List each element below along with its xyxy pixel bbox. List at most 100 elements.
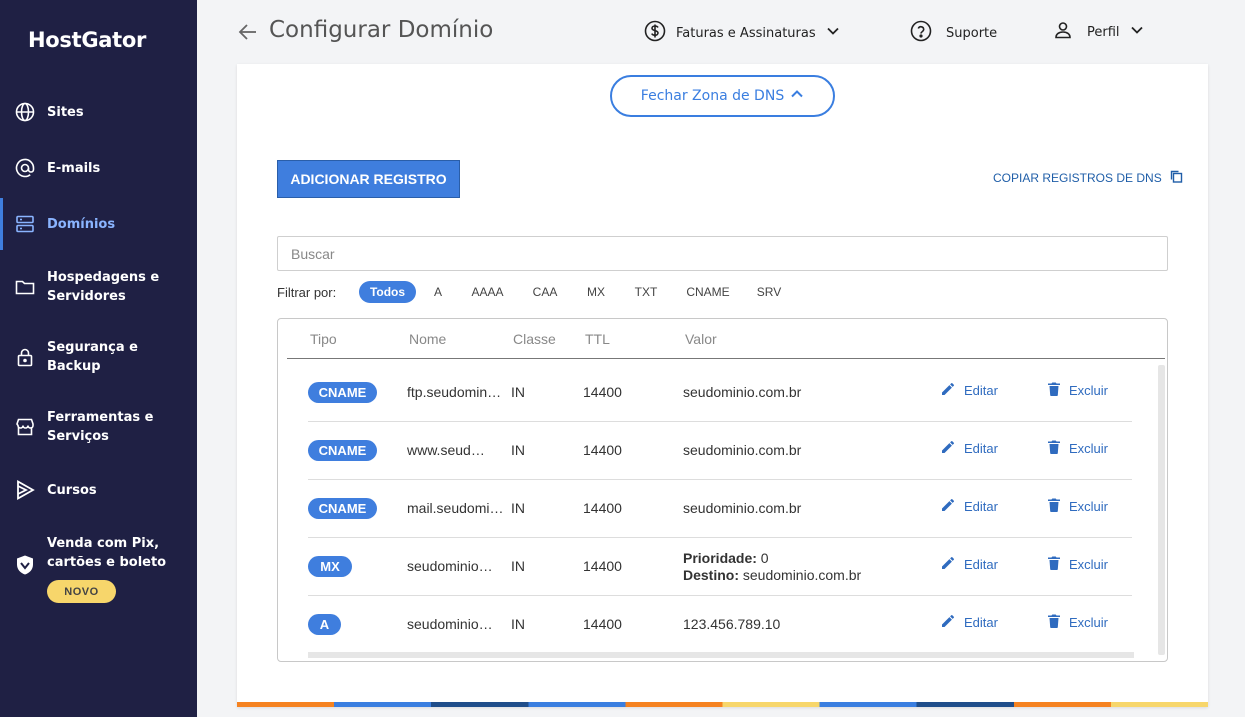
- table-row: CNAME ftp.seudominio.com.br IN 14400 seu…: [308, 364, 1132, 422]
- record-class: IN: [511, 558, 525, 574]
- edit-button[interactable]: Editar: [941, 382, 998, 399]
- record-value: Prioridade: 0 Destino: seudominio.com.br: [683, 550, 861, 584]
- sidebar-item-label: Segurança e Backup: [47, 340, 138, 374]
- sidebar-item-dominios[interactable]: Domínios: [0, 198, 197, 250]
- chevron-down-icon: [826, 24, 840, 42]
- sidebar-item-label: Ferramentas e Serviços: [47, 410, 154, 444]
- dollar-circle-icon: [644, 20, 666, 46]
- back-arrow-icon[interactable]: [237, 21, 259, 48]
- delete-label: Excluir: [1069, 557, 1109, 572]
- sidebar-item-label: E-mails: [47, 160, 101, 176]
- copy-dns-records-button[interactable]: COPIAR REGISTROS DE DNS: [993, 170, 1183, 186]
- sidebar-item-emails[interactable]: E-mails: [0, 156, 197, 180]
- copy-icon: [1170, 170, 1183, 186]
- trash-icon: [1048, 614, 1060, 631]
- pencil-icon: [941, 556, 955, 573]
- edit-label: Editar: [964, 557, 998, 572]
- new-badge: NOVO: [47, 580, 116, 603]
- horizontal-scrollbar[interactable]: [308, 652, 1134, 658]
- filter-chip-txt[interactable]: TXT: [630, 281, 662, 303]
- profile-label: Perfil: [1087, 24, 1120, 40]
- sidebar-item-label: Sites: [47, 104, 84, 120]
- record-ttl: 14400: [583, 384, 622, 400]
- sidebar: HostGator Sites E-mails Domínios Hospeda…: [0, 0, 197, 717]
- sidebar-item-label: Hospedagens e Servidores: [47, 270, 160, 304]
- header-divider: [287, 358, 1165, 359]
- destination-label: Destino:: [683, 567, 739, 583]
- delete-button[interactable]: Excluir: [1048, 614, 1108, 631]
- chevron-down-icon: [1130, 23, 1144, 41]
- delete-label: Excluir: [1069, 441, 1109, 456]
- filter-chip-mx[interactable]: MX: [581, 281, 611, 303]
- filter-chip-todos[interactable]: Todos: [359, 281, 416, 303]
- record-class: IN: [511, 442, 525, 458]
- close-dns-zone-label: Fechar Zona de DNS: [640, 88, 785, 104]
- sidebar-item-ferramentas[interactable]: Ferramentas e Serviços: [0, 408, 197, 446]
- record-ttl: 14400: [583, 616, 622, 632]
- support-label: Suporte: [946, 25, 998, 41]
- header: Configurar Domínio Faturas e Assinaturas…: [197, 0, 1245, 64]
- edit-button[interactable]: Editar: [941, 614, 998, 631]
- vertical-scrollbar[interactable]: [1158, 365, 1165, 655]
- column-header-type: Tipo: [310, 331, 337, 347]
- column-header-class: Classe: [513, 331, 556, 347]
- sidebar-item-label: Cursos: [47, 482, 97, 498]
- filter-chip-cname[interactable]: CNAME: [682, 281, 734, 303]
- edit-button[interactable]: Editar: [941, 498, 998, 515]
- filter-chip-srv[interactable]: SRV: [753, 281, 785, 303]
- trash-icon: [1048, 382, 1060, 399]
- hostgator-logo[interactable]: HostGator: [28, 28, 146, 52]
- record-ttl: 14400: [583, 500, 622, 516]
- record-value: seudominio.com.br: [683, 500, 802, 516]
- play-icon: [14, 479, 36, 501]
- sidebar-item-hospedagens[interactable]: Hospedagens e Servidores: [0, 268, 197, 306]
- edit-label: Editar: [964, 383, 998, 398]
- profile-menu[interactable]: Perfil: [1053, 20, 1144, 44]
- delete-label: Excluir: [1069, 499, 1109, 514]
- close-dns-zone-button[interactable]: Fechar Zona de DNS: [610, 75, 835, 117]
- record-class: IN: [511, 616, 525, 632]
- filter-chip-aaaa[interactable]: AAAA: [466, 281, 509, 303]
- sidebar-item-label: Domínios: [47, 216, 116, 232]
- page-title: Configurar Domínio: [269, 17, 494, 43]
- record-name: www.seudominio.com.br: [407, 442, 491, 458]
- chevron-up-icon: [790, 87, 804, 105]
- folder-icon: [14, 276, 36, 298]
- record-ttl: 14400: [583, 442, 622, 458]
- table-row: CNAME www.seudominio.com.br IN 14400 seu…: [308, 422, 1132, 480]
- priority-value: 0: [760, 550, 769, 566]
- delete-label: Excluir: [1069, 615, 1109, 630]
- filter-label: Filtrar por:: [277, 285, 337, 300]
- delete-button[interactable]: Excluir: [1048, 382, 1108, 399]
- record-type-badge: CNAME: [308, 382, 377, 403]
- record-type-badge: CNAME: [308, 498, 377, 519]
- sidebar-item-sites[interactable]: Sites: [0, 100, 197, 124]
- record-name: ftp.seudominio.com.br: [407, 384, 504, 400]
- pix-icon: [14, 554, 36, 576]
- record-type-badge: CNAME: [308, 440, 377, 461]
- delete-button[interactable]: Excluir: [1048, 440, 1108, 457]
- store-icon: [14, 416, 36, 438]
- column-header-value: Valor: [685, 331, 717, 347]
- edit-button[interactable]: Editar: [941, 440, 998, 457]
- user-icon: [1053, 20, 1073, 44]
- billing-menu[interactable]: Faturas e Assinaturas: [644, 20, 840, 46]
- sidebar-item-cursos[interactable]: Cursos: [0, 478, 197, 502]
- edit-label: Editar: [964, 615, 998, 630]
- sidebar-item-seguranca[interactable]: Segurança e Backup: [0, 338, 197, 376]
- record-class: IN: [511, 500, 525, 516]
- delete-button[interactable]: Excluir: [1048, 556, 1108, 573]
- trash-icon: [1048, 440, 1060, 457]
- pencil-icon: [941, 382, 955, 399]
- support-menu[interactable]: Suporte: [910, 20, 997, 46]
- edit-button[interactable]: Editar: [941, 556, 998, 573]
- record-name: seudominio.com.br: [407, 558, 495, 574]
- record-type-badge: MX: [308, 556, 352, 577]
- add-record-button[interactable]: ADICIONAR REGISTRO: [277, 160, 460, 198]
- delete-button[interactable]: Excluir: [1048, 498, 1108, 515]
- edit-label: Editar: [964, 441, 998, 456]
- record-name: mail.seudominio.com.br: [407, 500, 504, 516]
- filter-chip-a[interactable]: A: [428, 281, 448, 303]
- search-input[interactable]: [277, 236, 1168, 271]
- filter-chip-caa[interactable]: CAA: [528, 281, 562, 303]
